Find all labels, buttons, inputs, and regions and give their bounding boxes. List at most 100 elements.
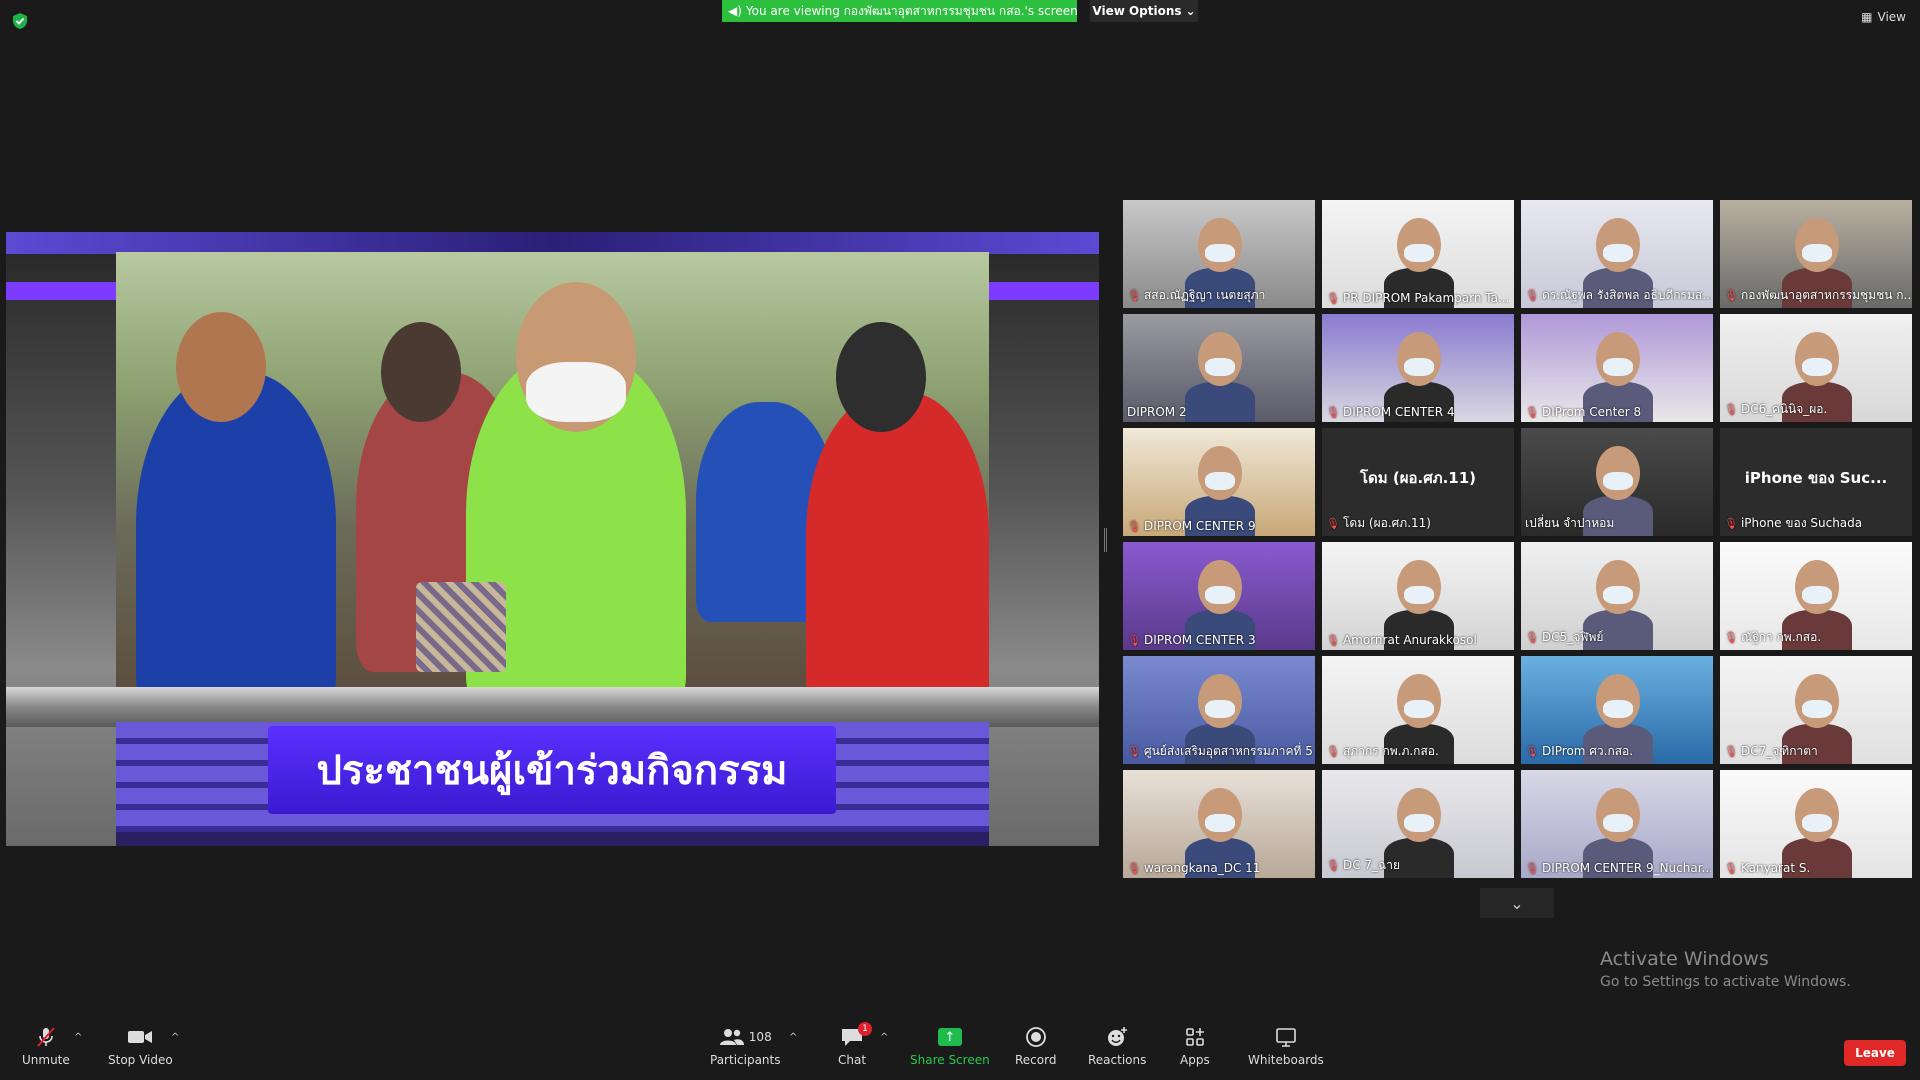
participant-tile[interactable]: 🎙 สสอ.ณัฏฐิญา เนตยสุภา bbox=[1123, 200, 1315, 308]
stop-video-label: Stop Video bbox=[108, 1053, 173, 1067]
participant-name-label: 🎙 DIPROM CENTER 9_Nuchar... bbox=[1525, 861, 1711, 875]
participant-tile[interactable]: 🎙 DC5_จุฬิพย์ bbox=[1521, 542, 1713, 650]
participant-tile[interactable]: 🎙 ดร.ณัฐพล รังสิตพล อธิบดีกรมส... bbox=[1521, 200, 1713, 308]
participant-tile[interactable]: 🎙 กองพัฒนาอุตสาหกรรมชุมชน ก... bbox=[1720, 200, 1912, 308]
microphone-muted-icon: 🎙 bbox=[1724, 631, 1738, 644]
speaker-icon: ◀) bbox=[728, 4, 742, 18]
face-mask bbox=[526, 362, 626, 422]
participant-tile[interactable]: 🎙 DC7_จุฑิกาตา bbox=[1720, 656, 1912, 764]
participant-tile[interactable]: 🎙 PR DIPROM Pakamparn Ta... bbox=[1322, 200, 1514, 308]
participant-tile[interactable]: 🎙 DC6_ศนินิจ_ผอ. bbox=[1720, 314, 1912, 422]
face-mask bbox=[1205, 472, 1235, 490]
activate-windows-watermark: Activate Windows Go to Settings to activ… bbox=[1600, 948, 1851, 990]
shared-screen-content: ประชาชนผู้เข้าร่วมกิจกรรม bbox=[6, 232, 1099, 846]
participant-name-label: 🎙 warangkana_DC 11 bbox=[1127, 861, 1260, 875]
participant-name: DIPROM CENTER 3 bbox=[1143, 633, 1256, 647]
watermark-title: Activate Windows bbox=[1600, 948, 1769, 970]
participant-name: DIPROM CENTER 4 bbox=[1342, 405, 1455, 419]
face-mask bbox=[1603, 814, 1633, 832]
microphone-muted-icon: 🎙 bbox=[1525, 861, 1539, 875]
participant-tile[interactable]: 🎙 DIPROM CENTER 9_Nuchar... bbox=[1521, 770, 1713, 878]
viewing-screen-banner: ◀) You are viewing กองพัฒนาอุตสาหกรรมชุม… bbox=[722, 0, 1077, 22]
grid-icon: ▦ bbox=[1861, 10, 1873, 24]
participant-tile[interactable]: เปลี่ยน จำปาหอม bbox=[1521, 428, 1713, 536]
face-mask bbox=[1404, 700, 1434, 718]
audio-options-caret[interactable]: ^ bbox=[74, 1032, 82, 1043]
participant-tile[interactable]: โดม (ผอ.ศภ.11) 🎙 โดม (ผอ.ศภ.11) bbox=[1322, 428, 1514, 536]
participant-name: โดม (ผอ.ศภ.11) bbox=[1342, 516, 1431, 530]
participant-tile[interactable]: DIPROM 2 bbox=[1123, 314, 1315, 422]
gallery-next-page-button[interactable]: ⌄ bbox=[1480, 888, 1554, 918]
chat-button[interactable]: 1 Chat bbox=[838, 1022, 873, 1067]
participant-name-label: 🎙 iPhone ของ Suchada bbox=[1724, 514, 1862, 533]
smiley-plus-icon bbox=[1108, 1027, 1128, 1046]
share-screen-arrow-icon: ↑ bbox=[937, 1028, 962, 1046]
face-mask bbox=[1802, 814, 1832, 832]
microphone-muted-icon: 🎙 bbox=[1525, 289, 1539, 302]
participant-name: DC6_ศนินิจ_ผอ. bbox=[1740, 402, 1828, 416]
participant-name-label: 🎙 DC6_ศนินิจ_ผอ. bbox=[1724, 400, 1827, 419]
chat-options-caret[interactable]: ^ bbox=[880, 1032, 888, 1043]
view-layout-button[interactable]: ▦ View bbox=[1861, 10, 1906, 24]
whiteboard-icon bbox=[1276, 1028, 1296, 1047]
microphone-muted-icon: 🎙 bbox=[1525, 405, 1539, 419]
stage-left-pillar bbox=[6, 254, 116, 846]
participant-name-label: 🎙 Amornrat Anurakkosol bbox=[1326, 633, 1477, 647]
participant-tile[interactable]: 🎙 warangkana_DC 11 bbox=[1123, 770, 1315, 878]
participants-button[interactable]: 108 Participants bbox=[710, 1026, 781, 1067]
share-screen-button[interactable]: ↑ Share Screen bbox=[910, 1026, 990, 1067]
participant-name: DIPROM CENTER 9_Nuchar... bbox=[1541, 861, 1711, 875]
leave-meeting-button[interactable]: Leave bbox=[1844, 1040, 1906, 1066]
face-mask bbox=[1603, 586, 1633, 604]
face-mask bbox=[1603, 700, 1633, 718]
stage-accent-left bbox=[6, 282, 126, 300]
share-screen-label: Share Screen bbox=[910, 1053, 990, 1067]
participant-name-label: 🎙 สุภากร กพ.ภ.กสอ. bbox=[1326, 742, 1439, 761]
participant-tile[interactable]: 🎙 ศูนย์ส่งเสริมอุตสาหกรรมภาคที่ 5... bbox=[1123, 656, 1315, 764]
participant-tile[interactable]: 🎙 Kanyarat S. bbox=[1720, 770, 1912, 878]
participant-name-label: 🎙 PR DIPROM Pakamparn Ta... bbox=[1326, 291, 1509, 305]
participant-tile[interactable]: 🎙 DIPROM CENTER 4 bbox=[1322, 314, 1514, 422]
participant-name: DIProm ศว.กสอ. bbox=[1541, 744, 1634, 758]
microphone-muted-icon: 🎙 bbox=[1326, 633, 1340, 647]
reactions-button[interactable]: Reactions bbox=[1088, 1026, 1146, 1067]
participant-tile[interactable]: 🎙 Amornrat Anurakkosol bbox=[1322, 542, 1514, 650]
viewing-banner-text: You are viewing กองพัฒนาอุตสาหกรรมชุมชน … bbox=[745, 3, 1077, 18]
participants-count: 108 bbox=[748, 1030, 772, 1044]
participant-name-label: 🎙 DIPROM CENTER 4 bbox=[1326, 405, 1455, 419]
video-options-caret[interactable]: ^ bbox=[171, 1032, 179, 1043]
participant-tile[interactable]: 🎙 DIProm ศว.กสอ. bbox=[1521, 656, 1713, 764]
participant-name-label: 🎙 DC5_จุฬิพย์ bbox=[1525, 628, 1603, 647]
apps-button[interactable]: Apps bbox=[1180, 1026, 1210, 1067]
view-options-button[interactable]: View Options ⌄ bbox=[1090, 0, 1198, 22]
face-mask bbox=[1205, 586, 1235, 604]
caption-text: ประชาชนผู้เข้าร่วมกิจกรรม bbox=[268, 726, 836, 814]
face-mask bbox=[1404, 358, 1434, 376]
participant-name-label: 🎙 ดร.ณัฐพล รังสิตพล อธิบดีกรมส... bbox=[1525, 286, 1711, 305]
participant-tile[interactable]: 🎙 ณัฐิกา กพ.กสอ. bbox=[1720, 542, 1912, 650]
participant-tile[interactable]: 🎙 DIPROM CENTER 3 bbox=[1123, 542, 1315, 650]
whiteboards-button[interactable]: Whiteboards bbox=[1248, 1026, 1324, 1067]
stop-video-button[interactable]: Stop Video bbox=[108, 1026, 173, 1067]
participant-name-label: 🎙 DIProm ศว.กสอ. bbox=[1525, 742, 1633, 761]
security-shield-icon[interactable] bbox=[12, 12, 28, 30]
participants-options-caret[interactable]: ^ bbox=[789, 1032, 797, 1043]
participant-name-label: 🎙 ศูนย์ส่งเสริมอุตสาหกรรมภาคที่ 5... bbox=[1127, 742, 1313, 761]
participant-tile[interactable]: 🎙 DC 7_ฉาย bbox=[1322, 770, 1514, 878]
split-divider-handle[interactable] bbox=[1104, 528, 1107, 552]
participant-tile[interactable]: 🎙 DIPROM CENTER 9 bbox=[1123, 428, 1315, 536]
participant-tile[interactable]: iPhone ของ Suc... 🎙 iPhone ของ Suchada bbox=[1720, 428, 1912, 536]
record-button[interactable]: Record bbox=[1015, 1026, 1056, 1067]
participant-tile[interactable]: 🎙 สุภากร กพ.ภ.กสอ. bbox=[1322, 656, 1514, 764]
face-mask bbox=[1404, 244, 1434, 262]
stage-accent-right bbox=[979, 282, 1099, 300]
stage-desk-edge bbox=[6, 687, 1099, 727]
participant-name: ศูนย์ส่งเสริมอุตสาหกรรมภาคที่ 5... bbox=[1143, 744, 1313, 758]
microphone-muted-icon: 🎙 bbox=[1127, 633, 1141, 647]
face-mask bbox=[1205, 244, 1235, 262]
participant-tile[interactable]: 🎙 DIProm Center 8 bbox=[1521, 314, 1713, 422]
participant-name-label: DIPROM 2 bbox=[1127, 405, 1187, 419]
participant-name-label: 🎙 DIPROM CENTER 3 bbox=[1127, 633, 1256, 647]
unmute-button[interactable]: Unmute bbox=[22, 1026, 70, 1067]
face-mask bbox=[1205, 358, 1235, 376]
